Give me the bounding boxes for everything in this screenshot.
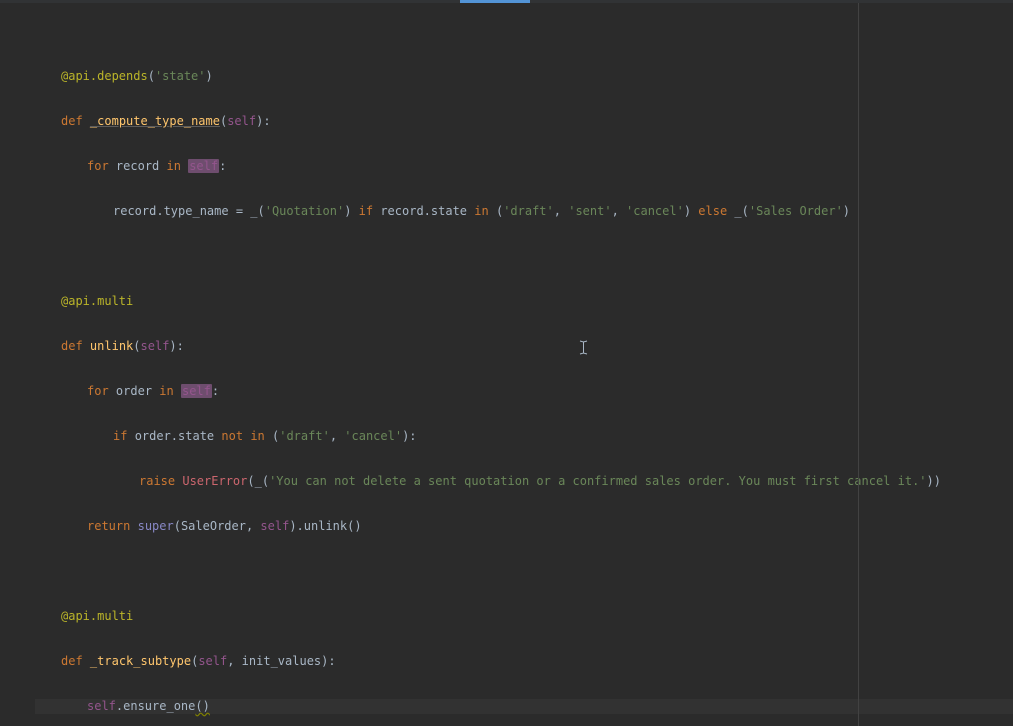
method-name: _compute_type_name (90, 114, 220, 128)
right-margin-guide (858, 3, 859, 726)
decorator: @api.multi (61, 609, 133, 623)
method-name: _track_subtype (90, 654, 191, 668)
code-line[interactable]: record.type_name = _('Quotation') if rec… (35, 204, 1013, 219)
decorator: @api.depends (61, 69, 148, 83)
code-editor[interactable]: @api.depends('state') def _compute_type_… (0, 3, 1013, 726)
code-line[interactable]: if order.state not in ('draft', 'cancel'… (35, 429, 1013, 444)
text-cursor-icon (550, 325, 559, 340)
code-line[interactable]: def unlink(self): (35, 339, 1013, 354)
code-line[interactable]: for record in self: (35, 159, 1013, 174)
code-line[interactable] (35, 249, 1013, 264)
code-line[interactable]: def _compute_type_name(self): (35, 114, 1013, 129)
code-line[interactable]: for order in self: (35, 384, 1013, 399)
code-line[interactable]: return super(SaleOrder, self).unlink() (35, 519, 1013, 534)
code-line[interactable]: self.ensure_one() (35, 699, 1013, 714)
code-line[interactable]: def _track_subtype(self, init_values): (35, 654, 1013, 669)
decorator: @api.multi (61, 294, 133, 308)
code-line[interactable]: @api.depends('state') (35, 69, 1013, 84)
method-name: unlink (90, 339, 133, 353)
code-line[interactable]: @api.multi (35, 609, 1013, 624)
code-line[interactable]: @api.multi (35, 294, 1013, 309)
code-line[interactable]: raise UserError(_('You can not delete a … (35, 474, 1013, 489)
code-line[interactable] (35, 564, 1013, 579)
